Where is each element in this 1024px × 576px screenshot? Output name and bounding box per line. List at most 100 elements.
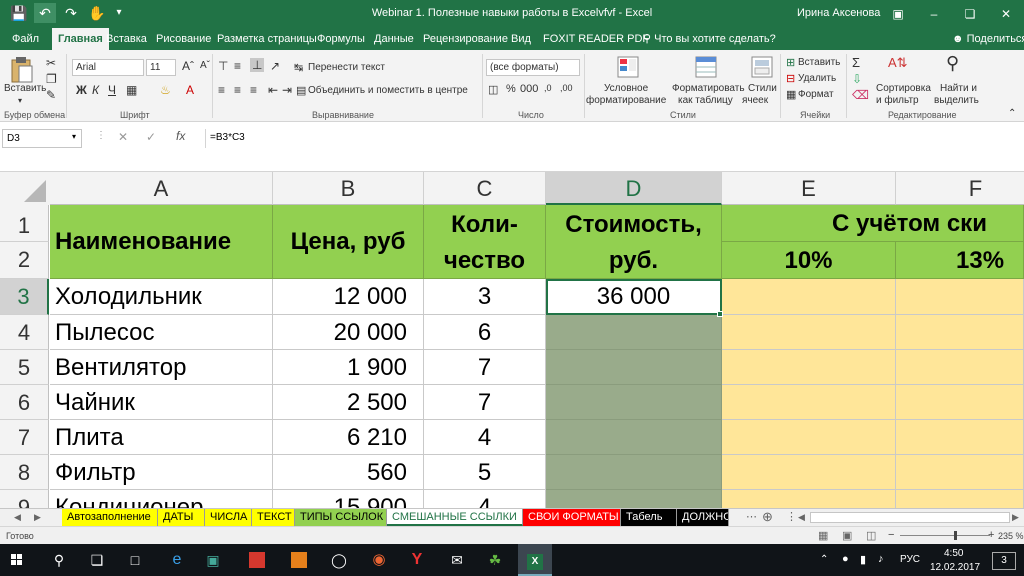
tab-data[interactable]: Данные xyxy=(368,28,420,50)
shrink-font-icon[interactable]: Aˇ xyxy=(200,60,210,71)
sheet-tab[interactable]: ЧИСЛА xyxy=(205,509,252,526)
new-sheet-icon[interactable]: ⊕ xyxy=(762,509,773,525)
paste-label[interactable]: Вставить xyxy=(4,83,46,94)
sheet-tab[interactable]: ТИПЫ ССЫЛОК xyxy=(295,509,387,526)
sort-filter-label-1[interactable]: Сортировка xyxy=(876,83,931,94)
conditional-format-icon[interactable] xyxy=(616,55,640,79)
cell-discount-10[interactable] xyxy=(722,490,896,508)
insert-function-icon[interactable]: fx xyxy=(176,129,185,143)
notification-center-icon[interactable]: 3 xyxy=(992,552,1016,570)
cell-cost[interactable] xyxy=(546,490,722,508)
column-header-c[interactable]: C xyxy=(424,172,546,205)
cell-cost[interactable] xyxy=(546,385,722,420)
app-icon[interactable]: ◯ xyxy=(322,544,356,576)
cell-price[interactable]: 6 210 xyxy=(273,420,424,455)
select-all-icon[interactable] xyxy=(0,172,50,205)
format-as-table-label-2[interactable]: как таблицу xyxy=(678,95,733,106)
cell-qty[interactable]: 3 xyxy=(424,279,546,315)
paste-dropdown-icon[interactable]: ▾ xyxy=(18,96,22,105)
decrease-indent-icon[interactable]: ⇤ xyxy=(268,83,278,97)
cell-discount-13[interactable] xyxy=(896,455,1024,490)
cell-discount-10[interactable] xyxy=(722,315,896,350)
font-size-field[interactable]: 11 xyxy=(146,59,176,76)
align-middle-icon[interactable]: ≡ xyxy=(234,59,241,73)
maximize-button[interactable]: ❏ xyxy=(952,0,988,28)
user-name[interactable]: Ирина Аксенова xyxy=(797,7,880,19)
header-cell-discount[interactable]: С учётом ски xyxy=(722,205,1024,242)
zoom-slider[interactable] xyxy=(900,535,990,536)
page-layout-view-icon[interactable]: ▣ xyxy=(842,529,852,542)
chrome-icon[interactable]: ◉ xyxy=(362,544,396,576)
cell-price[interactable]: 20 000 xyxy=(273,315,424,350)
excel-taskbar-icon[interactable]: X xyxy=(518,544,552,576)
cell-qty[interactable]: 4 xyxy=(424,420,546,455)
conditional-format-label-2[interactable]: форматирование xyxy=(586,95,666,106)
cell-styles-label-1[interactable]: Стили xyxy=(748,83,777,94)
tab-draw[interactable]: Рисование xyxy=(150,28,217,50)
cell-discount-13[interactable] xyxy=(896,385,1024,420)
format-painter-icon[interactable]: ✎ xyxy=(46,88,56,102)
cell-discount-10[interactable] xyxy=(722,279,896,315)
tab-formulas[interactable]: Формулы xyxy=(311,28,371,50)
store-icon[interactable]: ▣ xyxy=(196,544,230,576)
cell-cost[interactable] xyxy=(546,455,722,490)
volume-icon[interactable]: ♪ xyxy=(878,553,884,565)
row-header-1[interactable]: 1 xyxy=(0,205,49,242)
row-header-7[interactable]: 7 xyxy=(0,420,49,455)
network-icon[interactable]: ● xyxy=(842,553,849,565)
cell-name[interactable]: Холодильник xyxy=(50,279,273,315)
sheet-tab[interactable]: ДАТЫ xyxy=(158,509,205,526)
align-left-icon[interactable]: ≡ xyxy=(218,83,225,97)
sheet-tab[interactable]: Автозаполнение xyxy=(62,509,158,526)
fill-icon[interactable]: ⇩ xyxy=(852,72,862,86)
row-header-5[interactable]: 5 xyxy=(0,350,49,385)
minimize-button[interactable]: – xyxy=(916,0,952,28)
cell-name[interactable]: Фильтр xyxy=(50,455,273,490)
more-sheets-icon[interactable]: ⋯ xyxy=(746,510,757,523)
font-color-icon[interactable]: A xyxy=(186,83,194,97)
name-box[interactable]: D3 xyxy=(2,129,82,148)
cell-cost[interactable] xyxy=(546,350,722,385)
scroll-right-icon[interactable]: ▶ xyxy=(1012,512,1019,523)
sort-filter-icon[interactable]: А⇅ xyxy=(888,55,908,71)
cell-qty[interactable]: 7 xyxy=(424,385,546,420)
comma-style-icon[interactable]: 000 xyxy=(520,83,538,95)
cell-name[interactable]: Вентилятор xyxy=(50,350,273,385)
language-indicator[interactable]: РУС xyxy=(900,554,920,565)
tab-insert[interactable]: Вставка xyxy=(100,28,153,50)
split-handle-icon[interactable]: ⋮ xyxy=(786,510,797,523)
yandex-icon[interactable]: Y xyxy=(400,544,434,576)
cell-cost[interactable] xyxy=(546,315,722,350)
align-center-icon[interactable]: ≡ xyxy=(234,83,241,97)
cell-discount-13[interactable] xyxy=(896,315,1024,350)
sheet-tab[interactable]: Табель xyxy=(621,509,677,526)
normal-view-icon[interactable]: ▦ xyxy=(818,529,828,542)
task-view-icon[interactable]: ❏ xyxy=(80,544,114,576)
format-as-table-icon[interactable] xyxy=(694,55,718,79)
row-header-6[interactable]: 6 xyxy=(0,385,49,420)
sheet-tab[interactable]: СВОИ ФОРМАТЫ xyxy=(523,509,621,526)
cell-cost[interactable] xyxy=(546,420,722,455)
cancel-icon[interactable]: ✕ xyxy=(118,130,128,144)
grow-font-icon[interactable]: Aˆ xyxy=(182,59,194,73)
zoom-in-icon[interactable]: + xyxy=(988,529,994,541)
enter-icon[interactable]: ✓ xyxy=(146,130,156,144)
find-select-label-1[interactable]: Найти и xyxy=(940,83,977,94)
italic-icon[interactable]: К xyxy=(92,83,99,97)
format-cells-icon[interactable]: ▦ xyxy=(786,88,796,101)
currency-icon[interactable]: ◫ xyxy=(488,83,498,96)
merge-icon[interactable]: ▤ xyxy=(296,84,306,97)
close-button[interactable]: ✕ xyxy=(988,0,1024,28)
increase-decimal-icon[interactable]: ,0 xyxy=(544,83,552,93)
name-box-dropdown-icon[interactable]: ▾ xyxy=(72,132,76,141)
edge-icon[interactable]: e xyxy=(160,544,194,576)
wrap-text-button[interactable]: Перенести текст xyxy=(308,62,385,73)
sheet-tab[interactable]: ДОЛЖНО xyxy=(677,509,729,526)
zoom-out-icon[interactable]: − xyxy=(888,529,894,541)
header-cell-discount-10[interactable]: 10% xyxy=(722,242,896,279)
increase-indent-icon[interactable]: ⇥ xyxy=(282,83,292,97)
cell-qty[interactable]: 5 xyxy=(424,455,546,490)
fill-handle[interactable] xyxy=(717,311,723,317)
header-cell-name[interactable]: Наименование xyxy=(50,205,273,279)
cell-name[interactable]: Кондиционер xyxy=(50,490,273,508)
